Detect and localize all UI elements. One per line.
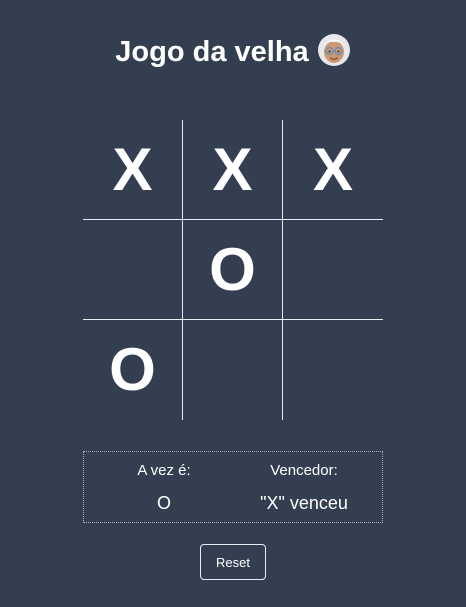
board-cell[interactable]: O	[183, 220, 283, 320]
reset-button[interactable]: Reset	[200, 544, 266, 580]
page-title: Jogo da velha	[0, 32, 466, 72]
turn-label: A vez é:	[137, 462, 191, 479]
board-cell[interactable]: X	[83, 120, 183, 220]
board-cell[interactable]: X	[283, 120, 383, 220]
board-cell[interactable]	[83, 220, 183, 320]
game-status-panel: A vez é: O Vencedor: "X" venceu	[83, 451, 383, 523]
game-board: X X X O O	[83, 120, 383, 420]
board-cell[interactable]	[283, 320, 383, 420]
winner-section: Vencedor: "X" venceu	[229, 452, 379, 514]
old-woman-emoji-icon	[317, 33, 351, 67]
board-cell[interactable]: O	[83, 320, 183, 420]
board-cell[interactable]	[283, 220, 383, 320]
turn-value: O	[156, 493, 171, 513]
board-cell[interactable]	[183, 320, 283, 420]
winner-value: "X" venceu	[260, 493, 348, 513]
board-cell[interactable]: X	[183, 120, 283, 220]
winner-label: Vencedor:	[270, 462, 338, 479]
title-text: Jogo da velha	[115, 36, 309, 68]
turn-section: A vez é: O	[89, 452, 239, 514]
